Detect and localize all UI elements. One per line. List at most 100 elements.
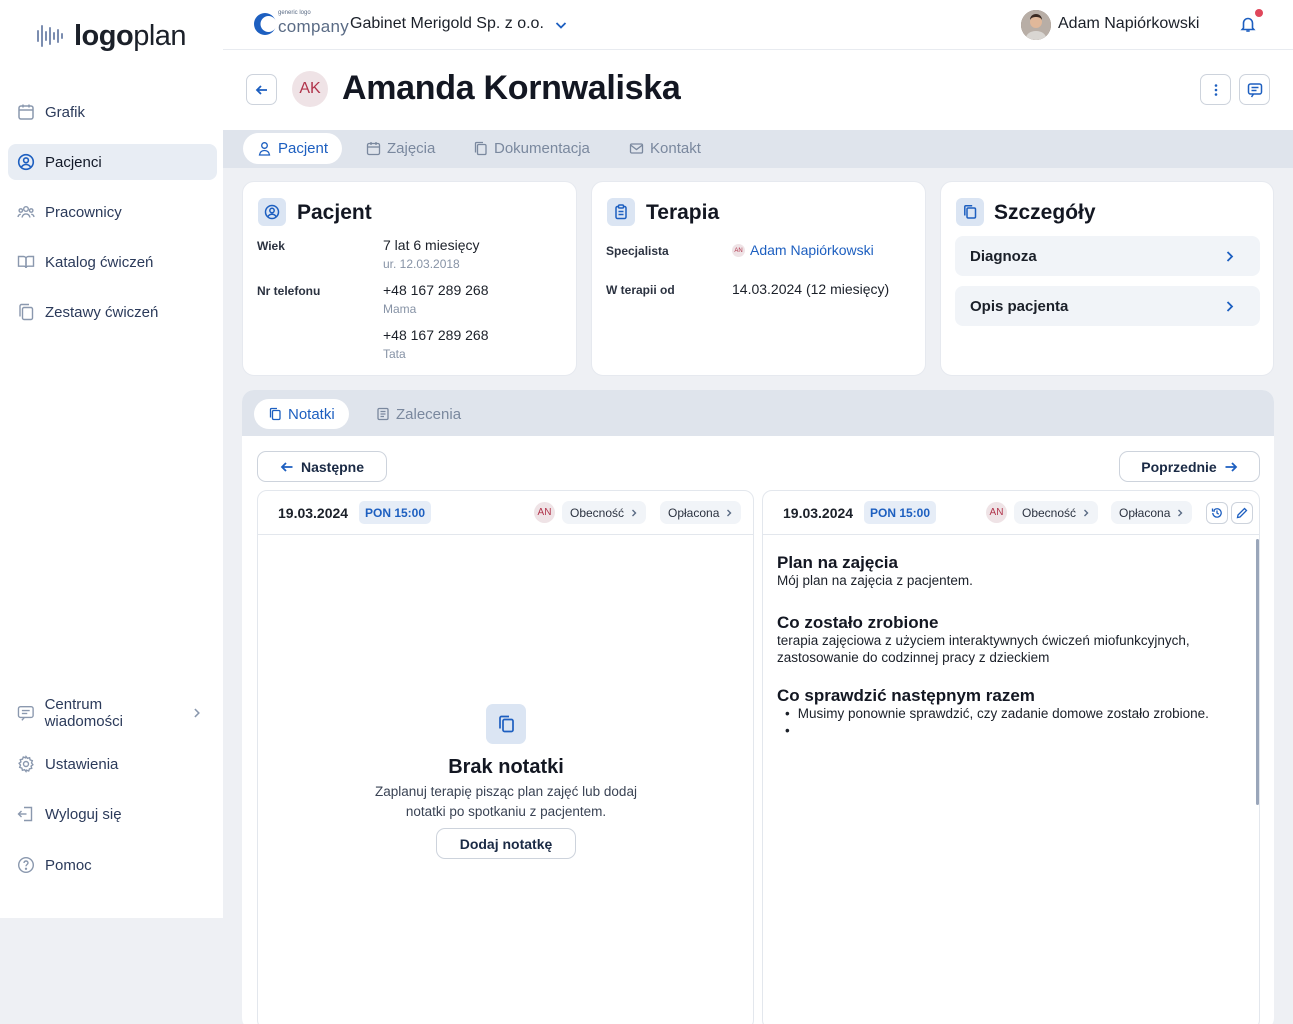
note-date: 19.03.2024: [278, 505, 349, 521]
logout-icon: [17, 806, 33, 822]
phone-number[interactable]: +48 167 289 268: [383, 327, 489, 343]
sidebar-item-katalog-cwiczen[interactable]: Katalog ćwiczeń: [8, 244, 217, 280]
payment-chip[interactable]: Opłacona: [660, 501, 742, 524]
notification-dot: [1255, 9, 1263, 17]
company-logo-small-text: generic logo: [278, 10, 311, 16]
avatar[interactable]: [1021, 10, 1051, 40]
previous-button[interactable]: Poprzednie: [1119, 451, 1260, 482]
history-button[interactable]: [1206, 502, 1228, 524]
logo-text-bold: logo: [74, 19, 134, 52]
app-logo[interactable]: logoplan: [36, 19, 187, 52]
patient-description-row[interactable]: Opis pacjenta: [955, 286, 1260, 326]
tab-notatki[interactable]: Notatki: [254, 399, 349, 429]
phone-note: Mama: [383, 302, 417, 316]
more-options-button[interactable]: [1200, 74, 1231, 105]
tab-label: Dokumentacja: [494, 140, 590, 157]
user-name[interactable]: Adam Napiórkowski: [1058, 15, 1199, 33]
empty-title: Brak notatki: [448, 756, 564, 778]
note-time-badge: PON 15:00: [864, 501, 937, 524]
therapy-card: Terapia Specjalista AN Adam Napiórkowski…: [591, 181, 926, 376]
chip-label: Obecność: [570, 505, 625, 520]
main-tabs: Pacjent Zajęcia Dokumentacja Kontakt: [223, 130, 1293, 168]
phone-number[interactable]: +48 167 289 268: [383, 282, 489, 298]
patient-header: AK Amanda Kornwaliska: [223, 50, 1293, 130]
edit-button[interactable]: [1231, 502, 1253, 524]
dots-vertical-icon: [1214, 83, 1217, 96]
note-header: 19.03.2024 PON 15:00 AN Obecność Opłacon…: [763, 491, 1259, 535]
notes-tabs: Notatki Zalecenia: [242, 390, 1274, 436]
arrow-right-icon: [1225, 461, 1238, 472]
company-name[interactable]: Gabinet Merigold Sp. z o.o.: [350, 15, 544, 33]
bullet: •: [785, 723, 790, 738]
tab-pacjent[interactable]: Pacjent: [243, 133, 343, 164]
sidebar-item-wyloguj[interactable]: Wyloguj się: [8, 796, 217, 832]
company-logo: generic logo company: [253, 10, 350, 38]
chevron-down-icon[interactable]: [554, 18, 568, 32]
page-title: Amanda Kornwaliska: [342, 69, 681, 107]
notes-section: Notatki Zalecenia Następne Poprzednie 19…: [242, 390, 1274, 1024]
pencil-icon: [1236, 507, 1248, 519]
list-item-text: Musimy ponownie sprawdzić, czy zadanie d…: [797, 706, 1209, 721]
tab-zajecia[interactable]: Zajęcia: [352, 133, 449, 164]
scrollbar[interactable]: [1256, 539, 1259, 805]
gear-icon: [18, 755, 34, 773]
chat-button[interactable]: [1239, 74, 1270, 105]
specialist-label: Specjalista: [606, 244, 669, 258]
presence-chip[interactable]: Obecność: [1014, 501, 1099, 524]
sidebar-item-label: Wyloguj się: [45, 805, 122, 823]
copy-icon: [474, 141, 487, 156]
diagnosis-row[interactable]: Diagnoza: [955, 236, 1260, 276]
sidebar-item-label: Grafik: [45, 103, 86, 121]
user-circle-icon: [17, 153, 35, 171]
section-heading: Co sprawdzić następnym razem: [777, 686, 1035, 705]
chip-label: Opłacona: [1119, 505, 1171, 520]
company-logo-text: company: [278, 17, 350, 36]
help-icon: [17, 856, 35, 874]
user-photo: [1021, 10, 1051, 40]
note-specialist-avatar: AN: [986, 502, 1007, 523]
sidebar-item-centrum-wiadomosci[interactable]: Centrum wiadomości: [8, 695, 217, 731]
sidebar-item-label: Centrum wiadomości: [44, 696, 123, 730]
back-button[interactable]: [246, 74, 277, 105]
add-note-button[interactable]: Dodaj notatkę: [436, 828, 576, 859]
user-circle-icon: [258, 198, 286, 226]
sidebar-item-pomoc[interactable]: Pomoc: [8, 847, 217, 883]
tab-dokumentacja[interactable]: Dokumentacja: [459, 133, 604, 164]
tab-label: Zajęcia: [387, 140, 436, 157]
tab-label: Zalecenia: [396, 405, 462, 423]
next-button[interactable]: Następne: [257, 451, 387, 482]
patient-avatar: AK: [292, 71, 328, 107]
presence-chip[interactable]: Obecność: [562, 501, 647, 524]
sidebar-item-label: Ustawienia: [45, 755, 119, 773]
book-icon: [17, 255, 35, 269]
specialist-link[interactable]: Adam Napiórkowski: [750, 242, 874, 258]
copy-icon: [956, 198, 984, 226]
arrow-left-icon: [255, 84, 267, 95]
sidebar-item-pacjenci[interactable]: Pacjenci: [8, 144, 217, 180]
message-icon: [17, 705, 34, 721]
section-heading: Co zostało zrobione: [777, 613, 939, 632]
sidebar-item-ustawienia[interactable]: Ustawienia: [8, 746, 217, 782]
sidebar-item-grafik[interactable]: Grafik: [8, 94, 217, 130]
sidebar-item-label: Pomoc: [45, 856, 92, 874]
bullet: •: [785, 706, 790, 721]
user-icon: [258, 142, 271, 156]
previous-label: Poprzednie: [1141, 458, 1217, 475]
sidebar-item-label: Pracownicy: [45, 203, 122, 221]
sidebar-item-zestawy-cwiczen[interactable]: Zestawy ćwiczeń: [8, 294, 217, 330]
note-card-empty: 19.03.2024 PON 15:00 AN Obecność Opłacon…: [257, 490, 754, 1024]
top-bar: generic logo company Gabinet Merigold Sp…: [223, 0, 1293, 50]
tab-kontakt[interactable]: Kontakt: [615, 133, 715, 164]
bell-icon[interactable]: [1239, 15, 1257, 33]
note-date: 19.03.2024: [783, 505, 854, 521]
payment-chip[interactable]: Opłacona: [1111, 501, 1193, 524]
company-logo-icon: [254, 13, 277, 35]
sidebar-item-pracownicy[interactable]: Pracownicy: [8, 194, 217, 230]
chevron-right-icon: [1226, 250, 1234, 262]
list-item: • Musimy ponownie sprawdzić, czy zadanie…: [785, 705, 1255, 722]
chevron-right-icon: [632, 509, 637, 516]
section-text: terapia zajęciowa z użyciem interaktywny…: [777, 633, 1190, 665]
note-card: 19.03.2024 PON 15:00 AN Obecność Opłacon…: [762, 490, 1260, 1024]
tab-zalecenia[interactable]: Zalecenia: [362, 399, 475, 429]
phone-note: Tata: [383, 347, 406, 361]
